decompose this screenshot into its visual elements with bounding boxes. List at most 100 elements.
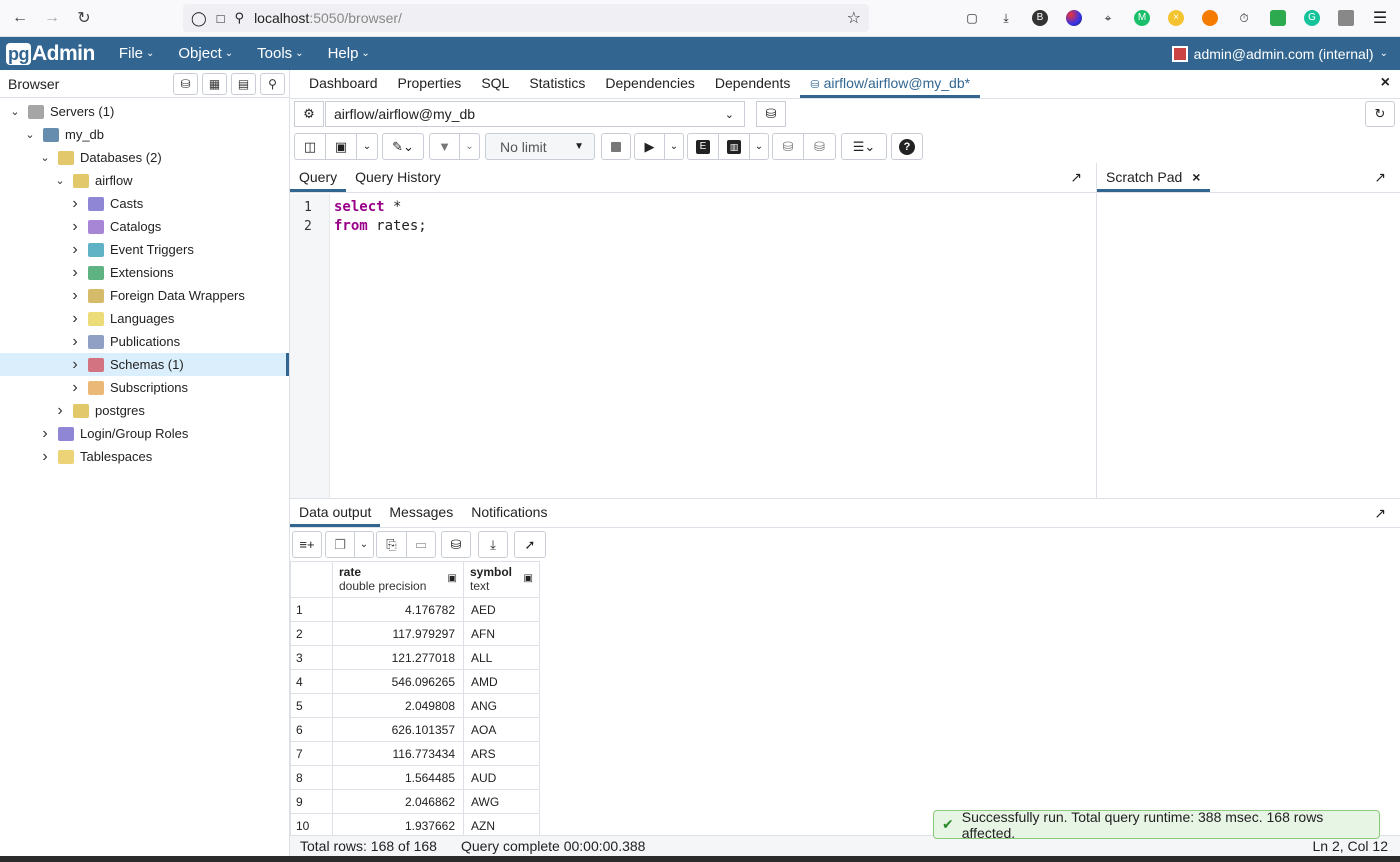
- chevron-down-icon[interactable]: ⌄: [23, 128, 37, 141]
- menu-help[interactable]: Help ⌄: [328, 45, 370, 62]
- copy-button[interactable]: ❐: [326, 532, 355, 557]
- new-connection-button[interactable]: ⛁: [756, 101, 786, 127]
- cell-symbol[interactable]: AUD: [463, 765, 540, 790]
- crop-icon[interactable]: ⌖: [1096, 6, 1120, 30]
- chevron-right-icon[interactable]: ›: [38, 448, 52, 466]
- macros-button[interactable]: ☰⌄: [841, 133, 887, 160]
- chevron-right-icon[interactable]: ›: [68, 195, 82, 213]
- tree-item[interactable]: › Schemas (1): [0, 353, 289, 376]
- chevron-right-icon[interactable]: ›: [68, 264, 82, 282]
- row-number[interactable]: 5: [290, 693, 333, 718]
- shield-icon[interactable]: ◯: [191, 10, 207, 27]
- row-number[interactable]: 1: [290, 597, 333, 622]
- chevron-right-icon[interactable]: ›: [68, 310, 82, 328]
- table-row[interactable]: 3 121.277018 ALL: [290, 645, 540, 670]
- table-row[interactable]: 1 4.176782 AED: [290, 597, 540, 622]
- explain-options-button[interactable]: ⌄: [750, 134, 768, 159]
- table-row[interactable]: 10 1.937662 AZN: [290, 813, 540, 835]
- back-icon[interactable]: ←: [4, 2, 36, 34]
- tree-item[interactable]: › Subscriptions: [68, 376, 188, 399]
- tree-item[interactable]: › Login/Group Roles: [38, 422, 188, 445]
- row-number[interactable]: 9: [290, 789, 333, 814]
- rollback-button[interactable]: ⛁: [804, 134, 835, 159]
- chevron-down-icon[interactable]: ⌄: [8, 105, 22, 118]
- chevron-right-icon[interactable]: ›: [68, 333, 82, 351]
- table-row[interactable]: 8 1.564485 AUD: [290, 765, 540, 790]
- column-header-rate[interactable]: rate double precision ▣: [332, 561, 464, 598]
- download-icon[interactable]: ⤓: [994, 6, 1018, 30]
- tab-properties[interactable]: Properties: [388, 75, 472, 98]
- cell-rate[interactable]: 546.096265: [332, 669, 464, 694]
- extension-orange-icon[interactable]: [1198, 6, 1222, 30]
- sql-editor[interactable]: 1 2 select * from rates;: [290, 194, 1096, 498]
- reload-icon[interactable]: ↻: [68, 2, 100, 34]
- tree-item[interactable]: › Catalogs: [68, 215, 161, 238]
- code-line[interactable]: from rates;: [334, 218, 427, 234]
- shield-check-icon[interactable]: [1266, 6, 1290, 30]
- cell-symbol[interactable]: ALL: [463, 645, 540, 670]
- save-data-button[interactable]: ⛁: [441, 531, 471, 558]
- cell-rate[interactable]: 2.046862: [332, 789, 464, 814]
- success-toast[interactable]: ✔ Successfully run. Total query runtime:…: [933, 809, 1380, 841]
- menu-file[interactable]: File ⌄: [119, 45, 155, 62]
- tab-query-tool[interactable]: ⛁ airflow/airflow@my_db*: [800, 75, 981, 98]
- cell-rate[interactable]: 4.176782: [332, 597, 464, 622]
- scratch-pad-editor[interactable]: [1097, 193, 1400, 497]
- tab-statistics[interactable]: Statistics: [519, 75, 595, 98]
- tree-item[interactable]: › Event Triggers: [68, 238, 194, 261]
- extension-gray-icon[interactable]: [1334, 6, 1358, 30]
- table-row[interactable]: 2 117.979297 AFN: [290, 621, 540, 646]
- tab-dependents[interactable]: Dependents: [705, 75, 801, 98]
- row-number[interactable]: 7: [290, 741, 333, 766]
- close-icon[interactable]: ×: [1381, 74, 1390, 92]
- row-number[interactable]: 10: [290, 813, 333, 835]
- table-row[interactable]: 6 626.101357 AOA: [290, 717, 540, 742]
- stop-button[interactable]: [601, 133, 631, 160]
- row-number-header[interactable]: [290, 561, 333, 598]
- commit-button[interactable]: ⛁: [773, 134, 804, 159]
- tree-item[interactable]: › Casts: [68, 192, 143, 215]
- explain-button[interactable]: E: [688, 134, 719, 159]
- code-line[interactable]: select *: [334, 199, 401, 215]
- hamburger-menu-icon[interactable]: ☰: [1368, 6, 1392, 30]
- chevron-right-icon[interactable]: ›: [68, 379, 82, 397]
- cell-symbol[interactable]: AMD: [463, 669, 540, 694]
- view-data-button[interactable]: ▦: [202, 72, 227, 95]
- extension-b-icon[interactable]: B: [1028, 6, 1052, 30]
- open-file-button[interactable]: ◫: [295, 134, 326, 159]
- cell-symbol[interactable]: AFN: [463, 621, 540, 646]
- filtered-rows-button[interactable]: ▤: [231, 72, 256, 95]
- cell-symbol[interactable]: AZN: [463, 813, 540, 835]
- grammarly-icon[interactable]: G: [1300, 6, 1324, 30]
- tab-messages[interactable]: Messages: [380, 504, 462, 527]
- cell-rate[interactable]: 121.277018: [332, 645, 464, 670]
- cell-rate[interactable]: 2.049808: [332, 693, 464, 718]
- cell-rate[interactable]: 626.101357: [332, 717, 464, 742]
- save-file-button[interactable]: ▣: [326, 134, 357, 159]
- maximize-icon[interactable]: ↗: [1070, 169, 1082, 186]
- url-bar[interactable]: ◯ □ ⚲ localhost:5050/browser/ ☆: [183, 4, 869, 32]
- row-number[interactable]: 2: [290, 621, 333, 646]
- row-number[interactable]: 8: [290, 765, 333, 790]
- pocket-icon[interactable]: ▢: [960, 6, 984, 30]
- table-row[interactable]: 5 2.049808 ANG: [290, 693, 540, 718]
- table-row[interactable]: 7 116.773434 ARS: [290, 741, 540, 766]
- tab-notifications[interactable]: Notifications: [462, 504, 556, 527]
- user-menu[interactable]: admin@admin.com (internal) ⌄: [1171, 37, 1388, 70]
- edit-button[interactable]: ✎⌄: [383, 134, 423, 159]
- tree-item[interactable]: › Extensions: [68, 261, 173, 284]
- chevron-down-icon[interactable]: ⌄: [38, 151, 52, 164]
- limit-select[interactable]: No limit ▼: [485, 133, 595, 160]
- cell-symbol[interactable]: AOA: [463, 717, 540, 742]
- cell-rate[interactable]: 117.979297: [332, 621, 464, 646]
- delete-button[interactable]: ▭: [407, 532, 435, 557]
- connection-select[interactable]: airflow/airflow@my_db ⌄: [325, 101, 745, 127]
- tree-item[interactable]: › Foreign Data Wrappers: [68, 284, 245, 307]
- timer-icon[interactable]: ⏱: [1232, 6, 1256, 30]
- key-icon[interactable]: ⚲: [235, 10, 245, 26]
- chevron-right-icon[interactable]: ›: [68, 287, 82, 305]
- cell-symbol[interactable]: AWG: [463, 789, 540, 814]
- chevron-right-icon[interactable]: ›: [68, 356, 82, 374]
- tab-scratch-pad[interactable]: Scratch Pad ×: [1097, 169, 1211, 192]
- row-number[interactable]: 6: [290, 717, 333, 742]
